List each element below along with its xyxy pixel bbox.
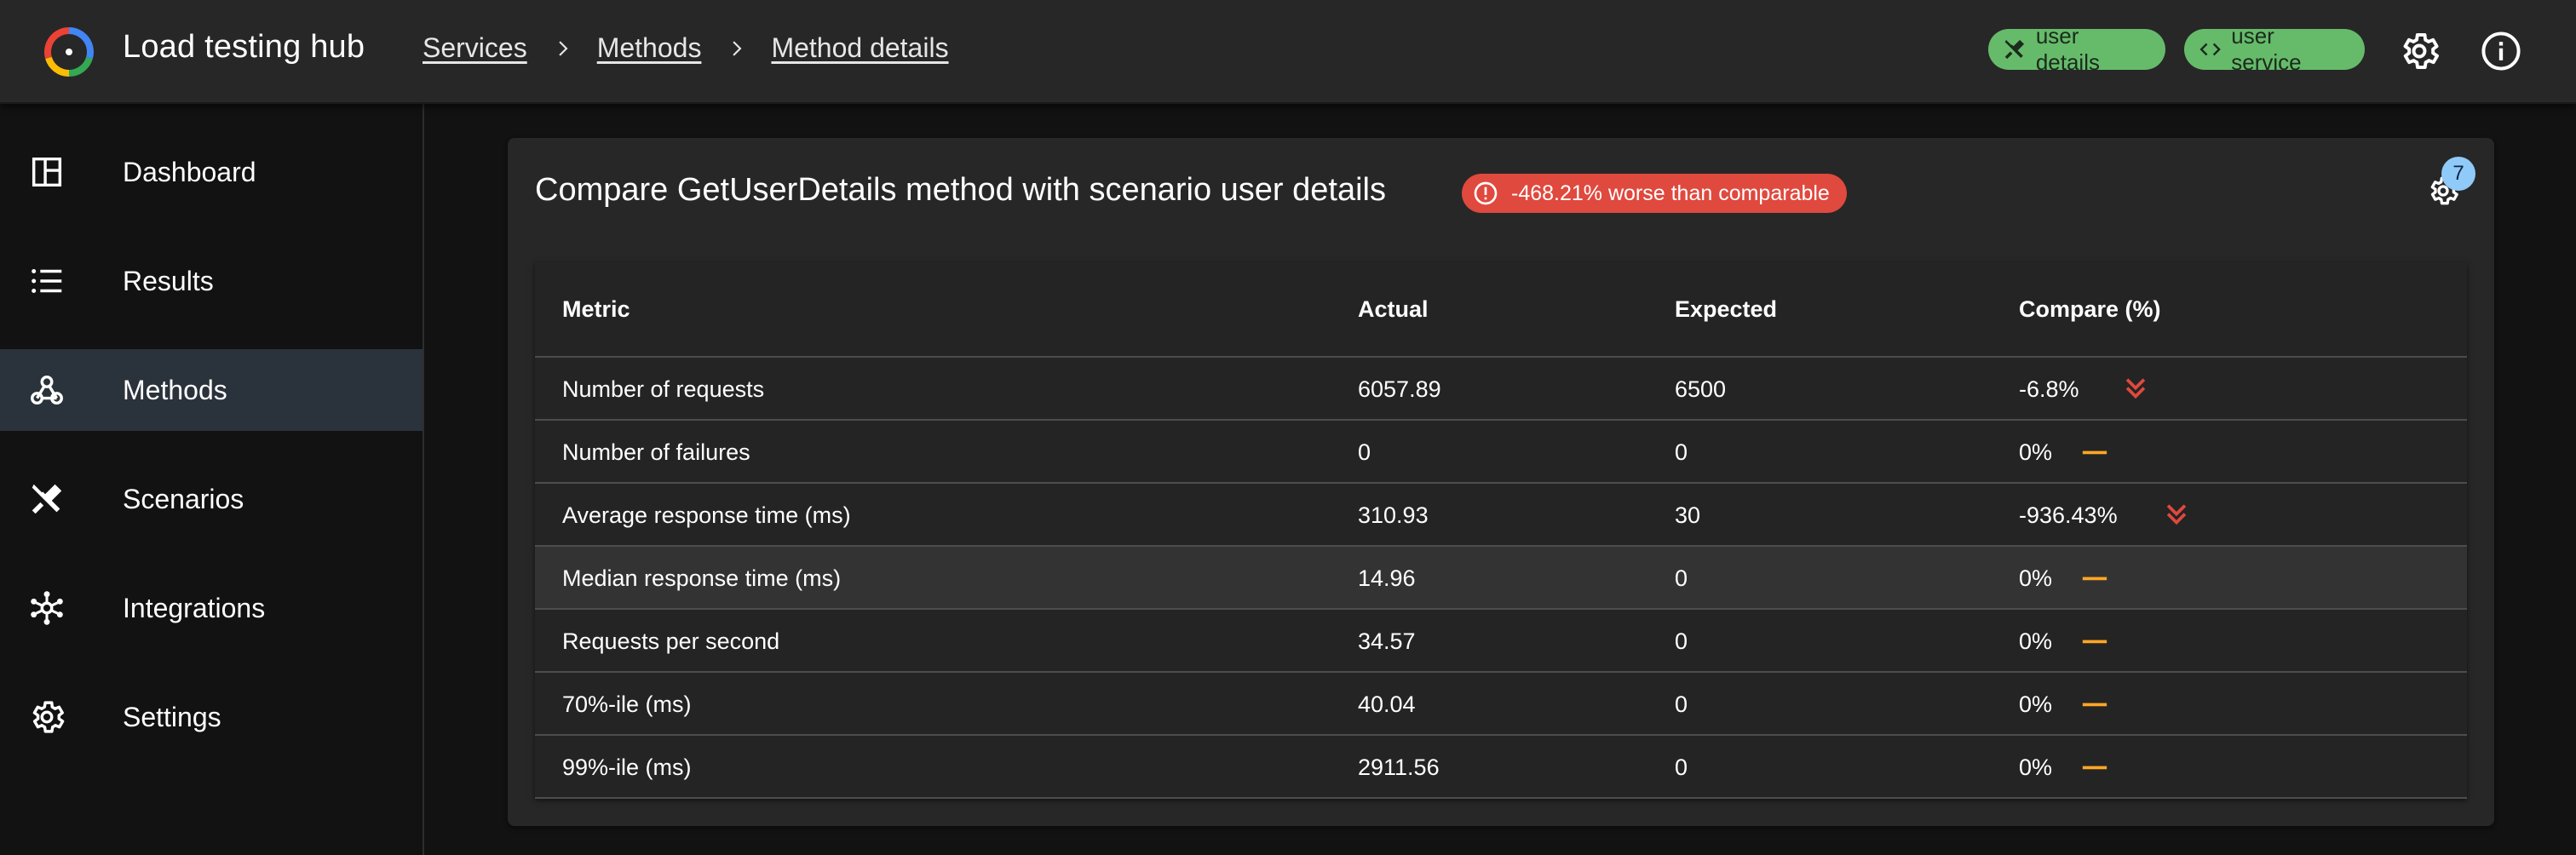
panel-title: Compare GetUserDetails method with scena…: [535, 172, 1386, 208]
equal-dash-icon: [2080, 438, 2109, 467]
table-header: Metric Actual Expected Compare (%): [535, 262, 2467, 358]
settings-count-badge: 7: [2441, 157, 2475, 191]
sidebar-item-label: Integrations: [123, 592, 266, 623]
cell-actual: 0: [1358, 439, 1371, 465]
code-icon: [2199, 43, 2221, 56]
scenario-chip[interactable]: user details: [1988, 23, 2165, 75]
metrics-table: Metric Actual Expected Compare (%) Numbe…: [535, 262, 2467, 799]
cell-actual: 2911.56: [1358, 755, 1440, 780]
dashboard-icon: [27, 152, 66, 192]
tools-icon: [27, 479, 66, 519]
sidebar-item-results[interactable]: Results: [0, 240, 423, 322]
cell-compare: 0%: [2019, 691, 2053, 717]
chevron-right-icon: [559, 40, 568, 56]
info-button[interactable]: [2479, 29, 2523, 73]
compare-panel: Compare GetUserDetails method with scena…: [508, 138, 2494, 826]
cell-expected: 0: [1675, 439, 1688, 465]
gear-icon: [2403, 32, 2439, 70]
cell-actual: 14.96: [1358, 565, 1416, 591]
column-header-compare: Compare (%): [2019, 296, 2161, 322]
cell-compare: 0%: [2019, 755, 2053, 780]
cell-actual: 6057.89: [1358, 376, 1441, 402]
cell-compare: 0%: [2019, 439, 2053, 465]
hub-icon: [27, 588, 66, 628]
column-header-expected: Expected: [1675, 296, 1778, 322]
error-icon: [1474, 181, 1498, 205]
sidebar-item-integrations[interactable]: Integrations: [0, 567, 423, 649]
breadcrumb-services[interactable]: Services: [423, 32, 527, 64]
cell-metric: 70%-ile (ms): [562, 691, 692, 717]
cell-metric: Number of failures: [562, 439, 750, 465]
double-chevron-down-icon: [2121, 375, 2150, 404]
sidebar-item-label: Scenarios: [123, 483, 244, 514]
cell-expected: 30: [1675, 502, 1701, 528]
cell-metric: Median response time (ms): [562, 565, 842, 591]
cell-compare: 0%: [2019, 628, 2053, 654]
service-chip[interactable]: user service: [2184, 23, 2365, 75]
breadcrumb-methods[interactable]: Methods: [597, 32, 702, 64]
cell-expected: 0: [1675, 755, 1688, 780]
cell-metric: 99%-ile (ms): [562, 755, 692, 780]
breadcrumb-method-details[interactable]: Method details: [771, 32, 948, 64]
table-row[interactable]: Average response time (ms) 310.93 30 -936.4…: [535, 484, 2467, 547]
cell-compare: 0%: [2019, 565, 2053, 591]
webhook-icon: [27, 370, 66, 410]
cell-expected: 6500: [1675, 376, 1727, 402]
cell-metric: Number of requests: [562, 376, 765, 402]
cell-compare: -6.8%: [2019, 376, 2079, 402]
table-row[interactable]: Number of requests 6057.89 6500 -6.8%: [535, 358, 2467, 421]
table-row[interactable]: Median response time (ms) 14.96 0 0%: [535, 547, 2467, 610]
sidebar-item-label: Settings: [123, 701, 221, 732]
column-header-actual: Actual: [1358, 296, 1429, 322]
sidebar-item-label: Methods: [123, 374, 227, 405]
top-app-bar: Load testing hub Services Methods Method…: [0, 0, 2576, 104]
cell-actual: 40.04: [1358, 691, 1416, 717]
column-header-metric: Metric: [562, 296, 630, 322]
sidebar-item-label: Results: [123, 265, 214, 296]
table-row[interactable]: 99%-ile (ms) 2911.56 0 0%: [535, 736, 2467, 799]
settings-button[interactable]: [2397, 29, 2441, 73]
list-icon: [27, 261, 66, 301]
cell-expected: 0: [1675, 691, 1688, 717]
app-title[interactable]: Load testing hub: [123, 29, 365, 66]
sidebar-item-scenarios[interactable]: Scenarios: [0, 458, 423, 540]
equal-dash-icon: [2080, 753, 2109, 782]
info-icon: [2481, 32, 2521, 71]
tools-icon: [2004, 39, 2025, 60]
equal-dash-icon: [2080, 690, 2109, 719]
equal-dash-icon: [2080, 564, 2109, 593]
cell-metric: Average response time (ms): [562, 502, 851, 528]
cell-actual: 34.57: [1358, 628, 1416, 654]
cell-compare: -936.43%: [2019, 502, 2118, 528]
status-badge-label: -468.21% worse than comparable: [1511, 181, 1830, 205]
table-row[interactable]: Number of failures 0 0 0%: [535, 421, 2467, 484]
sidebar-item-methods[interactable]: Methods: [0, 349, 423, 431]
sidebar-item-dashboard[interactable]: Dashboard: [0, 131, 423, 213]
sidebar-item-settings[interactable]: Settings: [0, 676, 423, 758]
cell-actual: 310.93: [1358, 502, 1429, 528]
breadcrumb: Services Methods Method details: [423, 32, 949, 64]
cell-metric: Requests per second: [562, 628, 780, 654]
table-row[interactable]: Requests per second 34.57 0 0%: [535, 610, 2467, 673]
gear-icon: [27, 697, 66, 737]
equal-dash-icon: [2080, 627, 2109, 656]
sidebar: Dashboard Results Methods Scenarios Inte…: [0, 104, 424, 855]
table-body: Number of requests 6057.89 6500 -6.8% Number…: [535, 358, 2467, 799]
app-logo-icon[interactable]: [43, 26, 95, 78]
cell-expected: 0: [1675, 628, 1688, 654]
scenario-chip-label: user details: [2035, 23, 2100, 75]
status-badge: -468.21% worse than comparable: [1462, 174, 1847, 213]
chevron-right-icon: [733, 40, 742, 56]
sidebar-item-label: Dashboard: [123, 156, 256, 187]
table-row[interactable]: 70%-ile (ms) 40.04 0 0%: [535, 673, 2467, 736]
service-chip-label: user service: [2231, 23, 2302, 75]
double-chevron-down-icon: [2162, 501, 2191, 530]
cell-expected: 0: [1675, 565, 1688, 591]
